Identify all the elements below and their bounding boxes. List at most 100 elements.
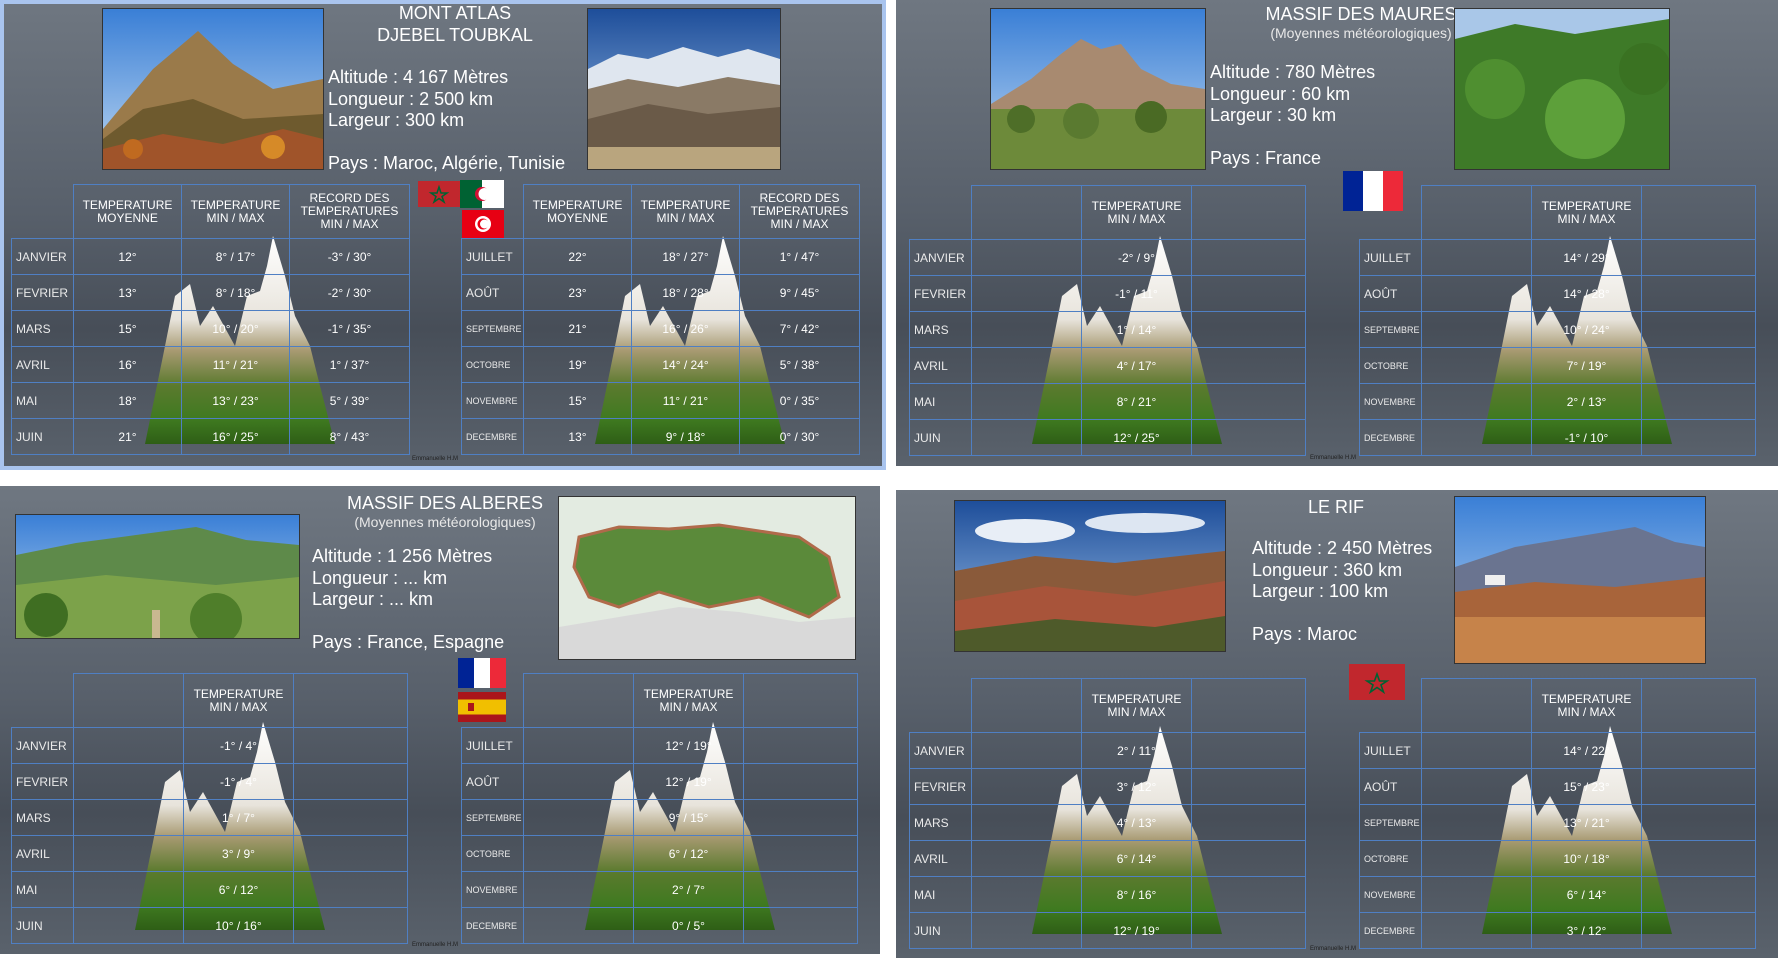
table-row: MAI 18° 13° / 23° 5° / 39°: [11, 382, 410, 419]
length-text: Longueur : 2 500 km: [328, 88, 494, 109]
minmax-cell: 14° / 29°: [1531, 239, 1642, 276]
slide-massif-des-alberes[interactable]: MASSIF DES ALBERES (Moyennes météorologi…: [0, 486, 880, 954]
moy-cell: 23°: [523, 274, 632, 311]
header-minmax: TEMPERATURE MIN / MAX: [633, 673, 744, 728]
table-row: MARS 15° 10° / 20° -1° / 35°: [11, 310, 410, 347]
table-row: DECEMBRE 0° / 5°: [461, 907, 858, 944]
minmax-cell: 10° / 18°: [1531, 840, 1642, 877]
record-cell: 9° / 45°: [739, 274, 860, 311]
minmax-cell: 8° / 17°: [181, 238, 290, 275]
month-cell: NOVEMBRE: [461, 871, 524, 908]
table-row: FEVRIER 3° / 12°: [909, 768, 1306, 805]
month-cell: AVRIL: [11, 835, 74, 872]
slide-massif-des-maures[interactable]: MASSIF DES MAURES (Moyennes météorologiq…: [896, 0, 1778, 466]
moy-cell: 15°: [523, 382, 632, 419]
temperature-table-left: TEMPERATURE MIN / MAX JANVIER -2° / 9° FE…: [909, 185, 1306, 456]
minmax-cell: 4° / 13°: [1081, 804, 1192, 841]
month-cell: AOÛT: [461, 274, 524, 311]
width-text: Largeur : 100 km: [1252, 581, 1389, 601]
slide-le-rif[interactable]: LE RIF Altitude : 2 450 Mètres Longueur …: [896, 490, 1778, 958]
header-minmax: TEMPERATURE MIN / MAX: [1081, 185, 1192, 240]
month-cell: OCTOBRE: [461, 835, 524, 872]
temperature-table-left: TEMPERATURE MOYENNE TEMPERATURE MIN / MA…: [11, 184, 410, 455]
month-cell: JUIN: [909, 912, 972, 949]
month-cell: AOÛT: [461, 763, 524, 800]
month-cell: JANVIER: [909, 239, 972, 276]
header-minmax: TEMPERATURE MIN / MAX: [181, 184, 290, 239]
month-cell: JANVIER: [11, 727, 74, 764]
minmax-cell: 6° / 14°: [1081, 840, 1192, 877]
table-row: JUILLET 14° / 29°: [1359, 239, 1756, 276]
month-cell: MARS: [11, 799, 74, 836]
temperature-table-right: TEMPERATURE MOYENNE TEMPERATURE MIN / MA…: [461, 184, 860, 455]
minmax-cell: 14° / 28°: [1531, 275, 1642, 312]
width-text: Largeur : 30 km: [1210, 105, 1337, 125]
minmax-cell: 10° / 20°: [181, 310, 290, 347]
table-row: FEVRIER -1° / 11°: [909, 275, 1306, 312]
table-row: OCTOBRE 6° / 12°: [461, 835, 858, 872]
record-cell: 8° / 43°: [289, 418, 410, 455]
minmax-cell: -1° / 11°: [1081, 275, 1192, 312]
author-credit: Emmanuelle H.M: [412, 456, 459, 462]
table-row: JUIN 12° / 25°: [909, 419, 1306, 456]
mountain-photo-left: [990, 8, 1206, 170]
month-cell: SEPTEMBRE: [461, 310, 524, 347]
minmax-cell: 12° / 19°: [1081, 912, 1192, 949]
moy-cell: 13°: [523, 418, 632, 455]
month-cell: JUILLET: [1359, 732, 1422, 769]
minmax-cell: 12° / 25°: [1081, 419, 1192, 456]
table-row: SEPTEMBRE 13° / 21°: [1359, 804, 1756, 841]
header-record: RECORD DES TEMPERATURES MIN / MAX: [739, 184, 860, 239]
minmax-cell: 8° / 21°: [1081, 383, 1192, 420]
minmax-cell: 1° / 7°: [183, 799, 294, 836]
table-row: MARS 1° / 14°: [909, 311, 1306, 348]
month-cell: NOVEMBRE: [1359, 876, 1422, 913]
month-cell: FEVRIER: [11, 763, 74, 800]
moy-cell: 22°: [523, 238, 632, 275]
minmax-cell: 3° / 12°: [1531, 912, 1642, 949]
month-cell: NOVEMBRE: [1359, 383, 1422, 420]
minmax-cell: 1° / 14°: [1081, 311, 1192, 348]
month-cell: AOÛT: [1359, 768, 1422, 805]
slide-title: MONT ATLAS DJEBEL TOUBKAL: [340, 2, 570, 46]
author-credit: Emmanuelle H.M: [1310, 455, 1357, 461]
region-map: [558, 496, 856, 660]
temperature-table-left: TEMPERATURE MIN / MAX JANVIER 2° / 11° FE…: [909, 678, 1306, 949]
month-cell: AVRIL: [11, 346, 74, 383]
table-row: AVRIL 6° / 14°: [909, 840, 1306, 877]
mountain-photo-left: [102, 8, 324, 170]
country-text: Pays : France, Espagne: [312, 631, 505, 652]
month-cell: FEVRIER: [909, 275, 972, 312]
temperature-table-left: TEMPERATURE MIN / MAX JANVIER -1° / 4° FE…: [11, 673, 408, 944]
month-cell: OCTOBRE: [1359, 347, 1422, 384]
minmax-cell: -1° / 10°: [1531, 419, 1642, 456]
header-minmax: TEMPERATURE MIN / MAX: [631, 184, 740, 239]
minmax-cell: 9° / 15°: [633, 799, 744, 836]
slide-title: MASSIF DES ALBERES: [346, 493, 544, 513]
table-row: JUILLET 14° / 22°: [1359, 732, 1756, 769]
slide-mont-atlas[interactable]: MONT ATLAS DJEBEL TOUBKAL Altitude : 4 1…: [0, 0, 886, 470]
record-cell: 1° / 37°: [289, 346, 410, 383]
table-row: FEVRIER -1° / 4°: [11, 763, 408, 800]
table-row: DECEMBRE -1° / 10°: [1359, 419, 1756, 456]
minmax-cell: -1° / 4°: [183, 727, 294, 764]
country-text: Pays : Maroc, Algérie, Tunisie: [328, 152, 566, 173]
mountain-info: Altitude : 780 Mètres Longueur : 60 km L…: [1210, 62, 1375, 169]
table-row: DECEMBRE 13° 9° / 18° 0° / 30°: [461, 418, 860, 455]
table-row: AVRIL 3° / 9°: [11, 835, 408, 872]
minmax-cell: 0° / 5°: [633, 907, 744, 944]
title-line-2: DJEBEL TOUBKAL: [377, 25, 533, 45]
minmax-cell: 6° / 12°: [183, 871, 294, 908]
minmax-cell: 10° / 16°: [183, 907, 294, 944]
table-row: JUILLET 22° 18° / 27° 1° / 47°: [461, 238, 860, 275]
month-cell: MARS: [11, 310, 74, 347]
author-credit: Emmanuelle H.M: [1310, 946, 1357, 952]
month-cell: DECEMBRE: [461, 418, 524, 455]
minmax-cell: 16° / 26°: [631, 310, 740, 347]
minmax-cell: 11° / 21°: [631, 382, 740, 419]
minmax-cell: 14° / 22°: [1531, 732, 1642, 769]
table-row: MAI 8° / 21°: [909, 383, 1306, 420]
title-line-1: MONT ATLAS: [398, 3, 512, 23]
mountain-info-values: Altitude : 1 256 Mètres Longueur : ... k…: [312, 546, 504, 653]
moy-cell: 21°: [73, 418, 182, 455]
